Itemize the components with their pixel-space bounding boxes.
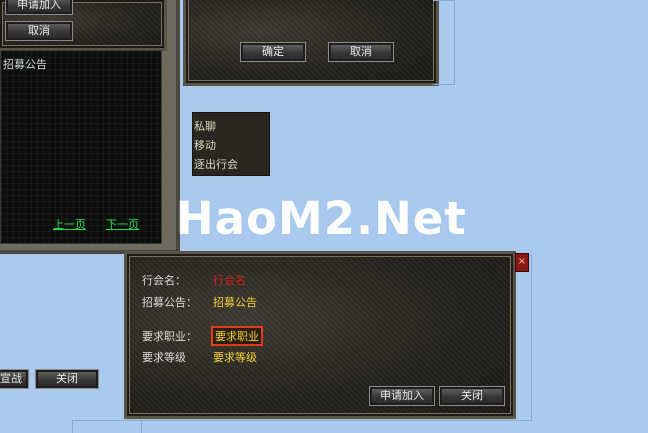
- recruit-list-area: 招募公告 上一页 下一页: [0, 50, 162, 244]
- prev-page-link[interactable]: 上一页: [53, 216, 86, 232]
- left-close-button[interactable]: 关闭: [35, 369, 99, 389]
- confirm-dialog: 确定 取消: [183, 0, 439, 86]
- recruit-notice-label: 招募公告：: [142, 296, 197, 309]
- recruit-notice-value: 招募公告: [213, 296, 257, 309]
- context-menu-item-private-chat[interactable]: 私聊: [193, 117, 269, 136]
- guild-name-label: 行会名：: [142, 274, 186, 287]
- required-job-value[interactable]: 要求职业: [211, 326, 263, 346]
- context-menu: 私聊 移动 逐出行会: [192, 112, 270, 176]
- guild-name-value: 行会名: [213, 274, 246, 287]
- guild-close-button[interactable]: 关闭: [439, 386, 505, 406]
- confirm-dialog-outline: [433, 0, 455, 85]
- guild-info-dialog: 行会名： 行会名 招募公告： 招募公告 要求职业： 要求职业 要求等级 要求等级…: [124, 251, 516, 419]
- context-menu-item-kick[interactable]: 逐出行会: [193, 155, 269, 174]
- bottom-outline: [72, 420, 142, 433]
- apply-join-button[interactable]: 申请加入: [5, 0, 73, 15]
- required-level-value: 要求等级: [213, 351, 257, 364]
- context-menu-item-move[interactable]: 移动: [193, 136, 269, 155]
- cancel-button[interactable]: 取消: [5, 21, 73, 41]
- guild-list-panel: 申请加入 取消 招募公告 上一页 下一页: [0, 0, 180, 254]
- required-job-label: 要求职业：: [142, 330, 197, 343]
- confirm-button[interactable]: 确定: [240, 42, 306, 62]
- guild-apply-join-button[interactable]: 申请加入: [369, 386, 435, 406]
- next-page-link[interactable]: 下一页: [106, 216, 139, 232]
- declare-war-button[interactable]: 宣战: [0, 369, 29, 389]
- close-icon[interactable]: ×: [515, 253, 529, 272]
- watermark-text: HaoM2.Net: [176, 192, 467, 245]
- dialog-cancel-button[interactable]: 取消: [328, 42, 394, 62]
- required-level-label: 要求等级: [142, 351, 186, 364]
- recruit-header: 招募公告: [3, 58, 47, 71]
